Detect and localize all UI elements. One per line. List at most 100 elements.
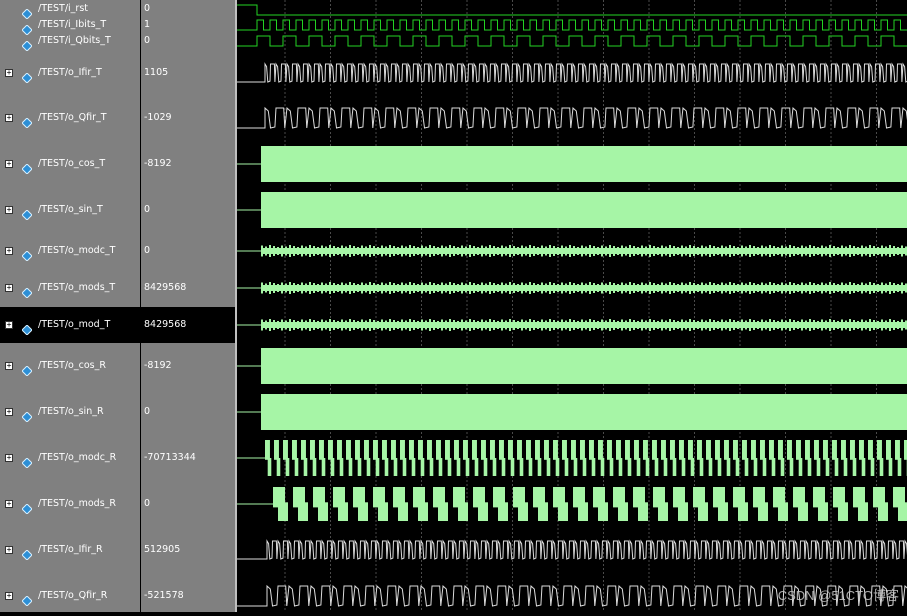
wave-o-modc-t-spike (453, 246, 455, 256)
wave-o-mod-t-spike (801, 320, 803, 331)
wave-o-mods-t-spike (649, 282, 651, 294)
signal-name[interactable]: /TEST/o_cos_R (38, 360, 106, 372)
plus-box-icon[interactable]: + (5, 454, 13, 462)
signal-name[interactable]: /TEST/i_rst (38, 3, 88, 15)
wave-o-modc-r-blk (853, 458, 857, 476)
wave-o-mod-t-spike (705, 321, 707, 330)
wave-o-mods-t-spike (361, 283, 363, 294)
plus-box-icon[interactable]: + (5, 362, 13, 370)
signal-name[interactable]: /TEST/o_modc_R (38, 452, 116, 464)
wave-o-modc-r-blk (565, 458, 569, 476)
wave-o-mods-t-spike (393, 283, 395, 293)
wave-o-modc-r-blk (778, 440, 783, 460)
plus-box-icon[interactable]: + (5, 206, 13, 214)
diamond-signal-icon (22, 205, 32, 215)
wave-o-mod-t-spike (797, 321, 799, 329)
wave-o-mods-t-spike (601, 283, 603, 294)
wave-o-modc-r-blk (799, 458, 803, 476)
signal-name[interactable]: /TEST/o_Qfir_T (38, 112, 107, 124)
signal-name[interactable]: /TEST/o_sin_T (38, 204, 103, 216)
wave-o-modc-t-spike (605, 247, 607, 256)
wave-o-modc-r-blk (301, 440, 306, 460)
plus-box-icon[interactable]: + (5, 114, 13, 122)
wave-o-mod-t-spike (749, 319, 751, 331)
wave-o-mods-t-spike (517, 284, 519, 292)
signal-name[interactable]: /TEST/i_Qbits_T (38, 35, 111, 47)
wave-o-modc-t-spike (533, 246, 535, 256)
wave-o-mod-t-spike (265, 321, 267, 330)
wave-o-mod-t-spike (429, 319, 431, 331)
wave-o-mod-t-spike (261, 320, 263, 331)
signal-name[interactable]: /TEST/o_cos_T (38, 158, 105, 170)
wave-o-mods-r-blk (838, 502, 848, 521)
wave-o-mod-t-spike (841, 320, 843, 331)
plus-box-icon[interactable]: + (5, 247, 13, 255)
wave-o-mods-t-spike (849, 282, 851, 294)
wave-o-modc-t-spike (877, 247, 879, 255)
waveform-pane[interactable] (237, 0, 907, 612)
signal-name[interactable]: /TEST/o_Ifir_R (38, 544, 103, 556)
plus-box-icon[interactable]: + (5, 408, 13, 416)
signal-name[interactable]: /TEST/o_modc_T (38, 245, 115, 257)
signal-name[interactable]: /TEST/o_mods_R (38, 498, 116, 510)
wave-o-mod-t-spike (733, 320, 735, 330)
signal-name[interactable]: /TEST/i_Ibits_T (38, 19, 106, 31)
plus-box-icon[interactable]: + (5, 321, 13, 329)
wave-o-modc-r-blk (268, 458, 272, 476)
wave-o-mods-t-spike (301, 283, 303, 294)
wave-o-modc-r-blk (616, 440, 621, 460)
wave-o-mods-t-spike (445, 284, 447, 293)
wave-o-modc-t-spike (841, 246, 843, 257)
wave-i-ibits (237, 20, 907, 30)
wave-o-modc-r-blk (709, 458, 713, 476)
wave-o-mods-r-blk (278, 502, 288, 521)
wave-o-mod-t-spike (673, 320, 675, 330)
wave-o-mods-t-spike (765, 284, 767, 293)
plus-box-icon[interactable]: + (5, 592, 13, 600)
wave-o-mods-t-spike (261, 283, 263, 294)
wave-o-modc-t-spike (593, 246, 595, 256)
diamond-signal-icon (22, 36, 32, 46)
wave-o-mods-t-spike (841, 283, 843, 294)
wave-o-modc-r-blk (292, 440, 297, 460)
wave-o-mod-t-spike (349, 319, 351, 331)
wave-o-modc-t-spike (893, 246, 895, 256)
signal-name[interactable]: /TEST/o_mods_T (38, 282, 115, 294)
wave-o-mods-t-spike (669, 282, 671, 294)
wave-o-mods-t-spike (657, 284, 659, 292)
plus-box-icon[interactable]: + (5, 69, 13, 77)
plus-box-icon[interactable]: + (5, 500, 13, 508)
wave-o-modc-r-blk (457, 458, 461, 476)
wave-o-modc-t-spike (661, 246, 663, 257)
wave-o-mods-r-blk (738, 502, 748, 521)
wave-o-modc-t-spike (833, 246, 835, 256)
plus-box-icon[interactable]: + (5, 546, 13, 554)
diamond-signal-icon (22, 591, 32, 601)
wave-o-modc-r-blk (679, 440, 684, 460)
wave-o-mods-t-spike (897, 284, 899, 292)
wave-o-mod-t-spike (413, 320, 415, 330)
wave-o-mods-t-spike (805, 284, 807, 293)
wave-o-modc-r-blk (835, 458, 839, 476)
wave-o-modc-r-blk (538, 458, 542, 476)
wave-o-modc-t-spike (785, 247, 787, 256)
wave-o-mods-t-spike (409, 282, 411, 294)
wave-o-modc-r-blk (580, 440, 585, 460)
plus-box-icon[interactable]: + (5, 160, 13, 168)
signal-name[interactable]: /TEST/o_sin_R (38, 406, 104, 418)
wave-o-modc-r-blk (625, 440, 630, 460)
wave-o-mod-t-spike (337, 321, 339, 329)
wave-o-modc-r-blk (517, 440, 522, 460)
plus-box-icon[interactable]: + (5, 284, 13, 292)
signal-name[interactable]: /TEST/o_Ifir_T (38, 67, 102, 79)
wave-o-cos-t (261, 146, 907, 182)
wave-o-mods-r-blk (398, 502, 408, 521)
signal-name[interactable]: /TEST/o_mod_T (38, 319, 110, 331)
wave-o-modc-t-spike (669, 245, 671, 257)
wave-o-mod-t-spike (369, 319, 371, 331)
wave-o-mods-t-spike (833, 283, 835, 293)
wave-o-mods-t-spike (853, 283, 855, 293)
wave-o-modc-t-spike (277, 247, 279, 255)
signal-name[interactable]: /TEST/o_Qfir_R (38, 590, 107, 602)
wave-o-mod-t-spike (545, 321, 547, 330)
